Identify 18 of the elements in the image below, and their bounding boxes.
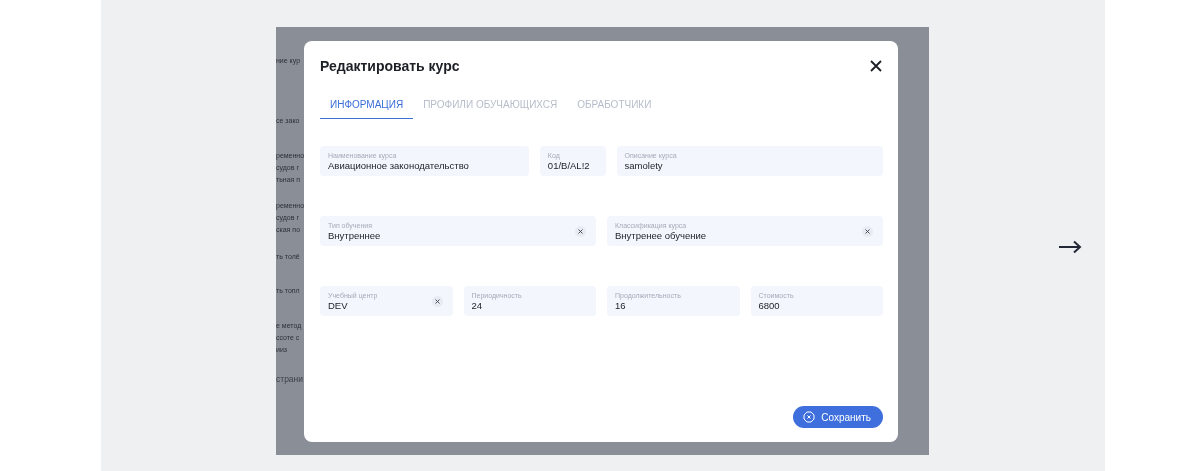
- clear-icon[interactable]: [575, 225, 586, 237]
- field-value[interactable]: 24: [471, 299, 586, 311]
- field-value[interactable]: samolety: [624, 159, 873, 171]
- field-value[interactable]: 6800: [758, 299, 873, 311]
- cancel-icon: [803, 411, 816, 423]
- field-value[interactable]: 01/B/AL!2: [547, 159, 596, 171]
- tab[interactable]: ИНФОРМАЦИЯ: [320, 99, 414, 119]
- field-value[interactable]: 16: [615, 299, 730, 311]
- field-value[interactable]: DEV: [328, 299, 432, 311]
- field-value[interactable]: Внутренее обучение: [615, 229, 862, 241]
- arrow-right-icon[interactable]: [1058, 240, 1082, 254]
- field-value[interactable]: Внутреннее: [328, 229, 575, 241]
- dialog-title: Редактировать курс: [320, 58, 460, 74]
- clear-icon[interactable]: [431, 295, 443, 307]
- close-icon[interactable]: [869, 59, 883, 73]
- clear-icon[interactable]: [862, 225, 873, 237]
- field-value[interactable]: Авиационное законодательство: [328, 159, 519, 171]
- save-button[interactable]: Сохранить: [793, 406, 883, 428]
